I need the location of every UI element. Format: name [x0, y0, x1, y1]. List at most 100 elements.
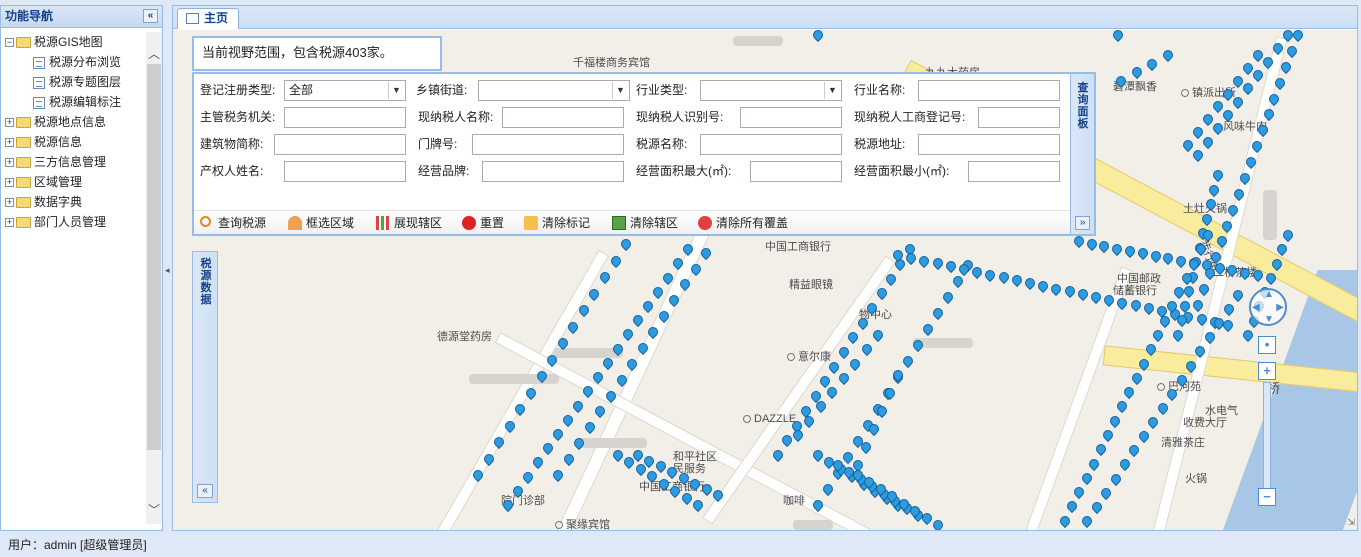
area-max-input[interactable]	[750, 161, 842, 182]
tax-source-marker[interactable]	[1148, 248, 1164, 264]
pan-right-icon[interactable]: ▶	[1276, 302, 1284, 313]
tax-source-marker[interactable]	[900, 353, 916, 369]
chevron-down-icon[interactable]: ▼	[824, 82, 840, 99]
map-poi[interactable]: 民服务	[673, 460, 706, 476]
tax-source-marker[interactable]	[859, 341, 875, 357]
tax-source-marker[interactable]	[1048, 281, 1064, 297]
tax-source-marker[interactable]	[1075, 286, 1091, 302]
map-poi[interactable]: 火锅	[1185, 470, 1207, 486]
tax-source-marker[interactable]	[1062, 283, 1078, 299]
tree-node-location[interactable]: + 税源地点信息	[1, 112, 146, 132]
tax-source-marker[interactable]	[1122, 243, 1138, 259]
nav-scrollbar[interactable]: ︿ ﹀	[146, 32, 162, 524]
zoom-in-button[interactable]: +	[1258, 362, 1276, 380]
plus-icon[interactable]: +	[5, 218, 14, 228]
industry-name-input[interactable]	[918, 80, 1060, 101]
tree-leaf-distribution[interactable]: 税源分布浏览	[1, 52, 146, 72]
tax-source-marker[interactable]	[1196, 281, 1212, 297]
tax-source-marker[interactable]	[1108, 471, 1124, 487]
collapse-nav-button[interactable]: «	[143, 9, 158, 23]
tax-source-marker[interactable]	[1110, 30, 1126, 43]
tax-source-marker[interactable]	[1035, 278, 1051, 294]
tax-source-marker[interactable]	[1160, 250, 1176, 266]
reset-button[interactable]: 重置	[460, 215, 504, 231]
tax-source-marker[interactable]	[1190, 147, 1206, 163]
tax-source-marker[interactable]	[561, 451, 577, 467]
map-poi[interactable]: 意尔康	[787, 348, 831, 364]
tax-source-marker[interactable]	[1150, 327, 1166, 343]
source-name-input[interactable]	[700, 134, 842, 155]
tax-source-marker[interactable]	[1064, 498, 1080, 514]
zoom-out-button[interactable]: −	[1258, 488, 1276, 506]
plus-icon[interactable]: +	[5, 178, 14, 188]
tax-source-marker[interactable]	[845, 329, 861, 345]
business-reg-input[interactable]	[978, 107, 1060, 128]
expand-tax-data-button[interactable]: «	[197, 484, 213, 498]
tax-source-marker[interactable]	[1121, 384, 1137, 400]
tax-source-marker[interactable]	[1071, 233, 1087, 249]
map-poi[interactable]: 储蓄银行	[1113, 282, 1157, 298]
tax-source-marker[interactable]	[920, 321, 936, 337]
tax-source-marker[interactable]	[608, 253, 624, 269]
tab-home[interactable]: 主页	[177, 8, 239, 29]
tax-source-marker[interactable]	[600, 355, 616, 371]
map-poi[interactable]: 收费大厅	[1183, 414, 1227, 430]
tax-source-marker[interactable]	[1284, 43, 1300, 59]
tax-source-marker[interactable]	[1009, 272, 1025, 288]
west-splitter[interactable]: ◂	[163, 5, 171, 531]
building-input[interactable]	[274, 134, 406, 155]
locate-icon[interactable]: •	[1258, 336, 1276, 354]
tax-office-input[interactable]	[284, 107, 406, 128]
tax-source-marker[interactable]	[1221, 301, 1237, 317]
tax-source-marker[interactable]	[870, 327, 886, 343]
tax-source-marker[interactable]	[1129, 64, 1145, 80]
show-district-button[interactable]: 展现辖区	[374, 215, 442, 231]
source-addr-input[interactable]	[918, 134, 1060, 155]
tax-source-marker[interactable]	[592, 403, 608, 419]
tax-source-marker[interactable]	[1210, 98, 1226, 114]
plus-icon[interactable]: +	[5, 158, 14, 168]
tax-source-marker[interactable]	[1240, 327, 1256, 343]
tax-source-marker[interactable]	[1190, 124, 1206, 140]
tree-node-gis-map[interactable]: − 税源GIS地图	[1, 32, 146, 52]
tax-source-marker[interactable]	[1290, 30, 1306, 43]
tree-leaf-layers[interactable]: 税源专题图层	[1, 72, 146, 92]
box-select-button[interactable]: 框选区域	[286, 215, 354, 231]
tree-node-dictionary[interactable]: + 数据字典	[1, 192, 146, 212]
chevron-down-icon[interactable]: ▼	[388, 82, 404, 99]
tax-source-marker[interactable]	[847, 356, 863, 372]
tax-source-marker[interactable]	[560, 412, 576, 428]
tax-source-marker[interactable]	[1071, 484, 1087, 500]
tax-source-marker[interactable]	[1079, 513, 1095, 529]
tax-source-marker[interactable]	[1128, 297, 1144, 313]
map-poi[interactable]: 聚缘宾馆	[555, 516, 610, 530]
tax-source-marker[interactable]	[1117, 456, 1133, 472]
tax-source-marker[interactable]	[1280, 227, 1296, 243]
tax-source-marker[interactable]	[1126, 442, 1142, 458]
tax-source-marker[interactable]	[950, 273, 966, 289]
street-select[interactable]: ▼	[478, 80, 630, 101]
map-poi[interactable]: 中国工商银行	[765, 238, 831, 254]
pan-control[interactable]: ▲ ▼ ◀ ▶	[1249, 288, 1287, 326]
clear-district-button[interactable]: 清除辖区	[610, 215, 678, 231]
tax-source-marker[interactable]	[836, 344, 852, 360]
tax-source-marker[interactable]	[1022, 275, 1038, 291]
map-poi[interactable]: 咖啡	[783, 492, 805, 508]
tax-source-marker[interactable]	[1170, 327, 1186, 343]
industry-type-select[interactable]: ▼	[700, 80, 842, 101]
tax-source-marker[interactable]	[824, 384, 840, 400]
tax-source-marker[interactable]	[1173, 253, 1189, 269]
scroll-up-icon[interactable]: ︿	[146, 46, 162, 62]
tax-source-marker[interactable]	[1136, 428, 1152, 444]
tax-source-marker[interactable]	[1200, 111, 1216, 127]
tax-source-marker[interactable]	[1089, 499, 1105, 515]
taxpayer-name-input[interactable]	[502, 107, 624, 128]
tax-source-marker[interactable]	[1177, 298, 1193, 314]
tax-source-marker[interactable]	[690, 497, 706, 513]
map-poi[interactable]: DAZZLE	[743, 413, 796, 425]
taxpayer-id-input[interactable]	[740, 107, 842, 128]
tax-source-marker[interactable]	[620, 326, 636, 342]
tax-source-marker[interactable]	[1109, 241, 1125, 257]
tax-source-marker[interactable]	[597, 269, 613, 285]
tax-source-marker[interactable]	[1135, 245, 1151, 261]
